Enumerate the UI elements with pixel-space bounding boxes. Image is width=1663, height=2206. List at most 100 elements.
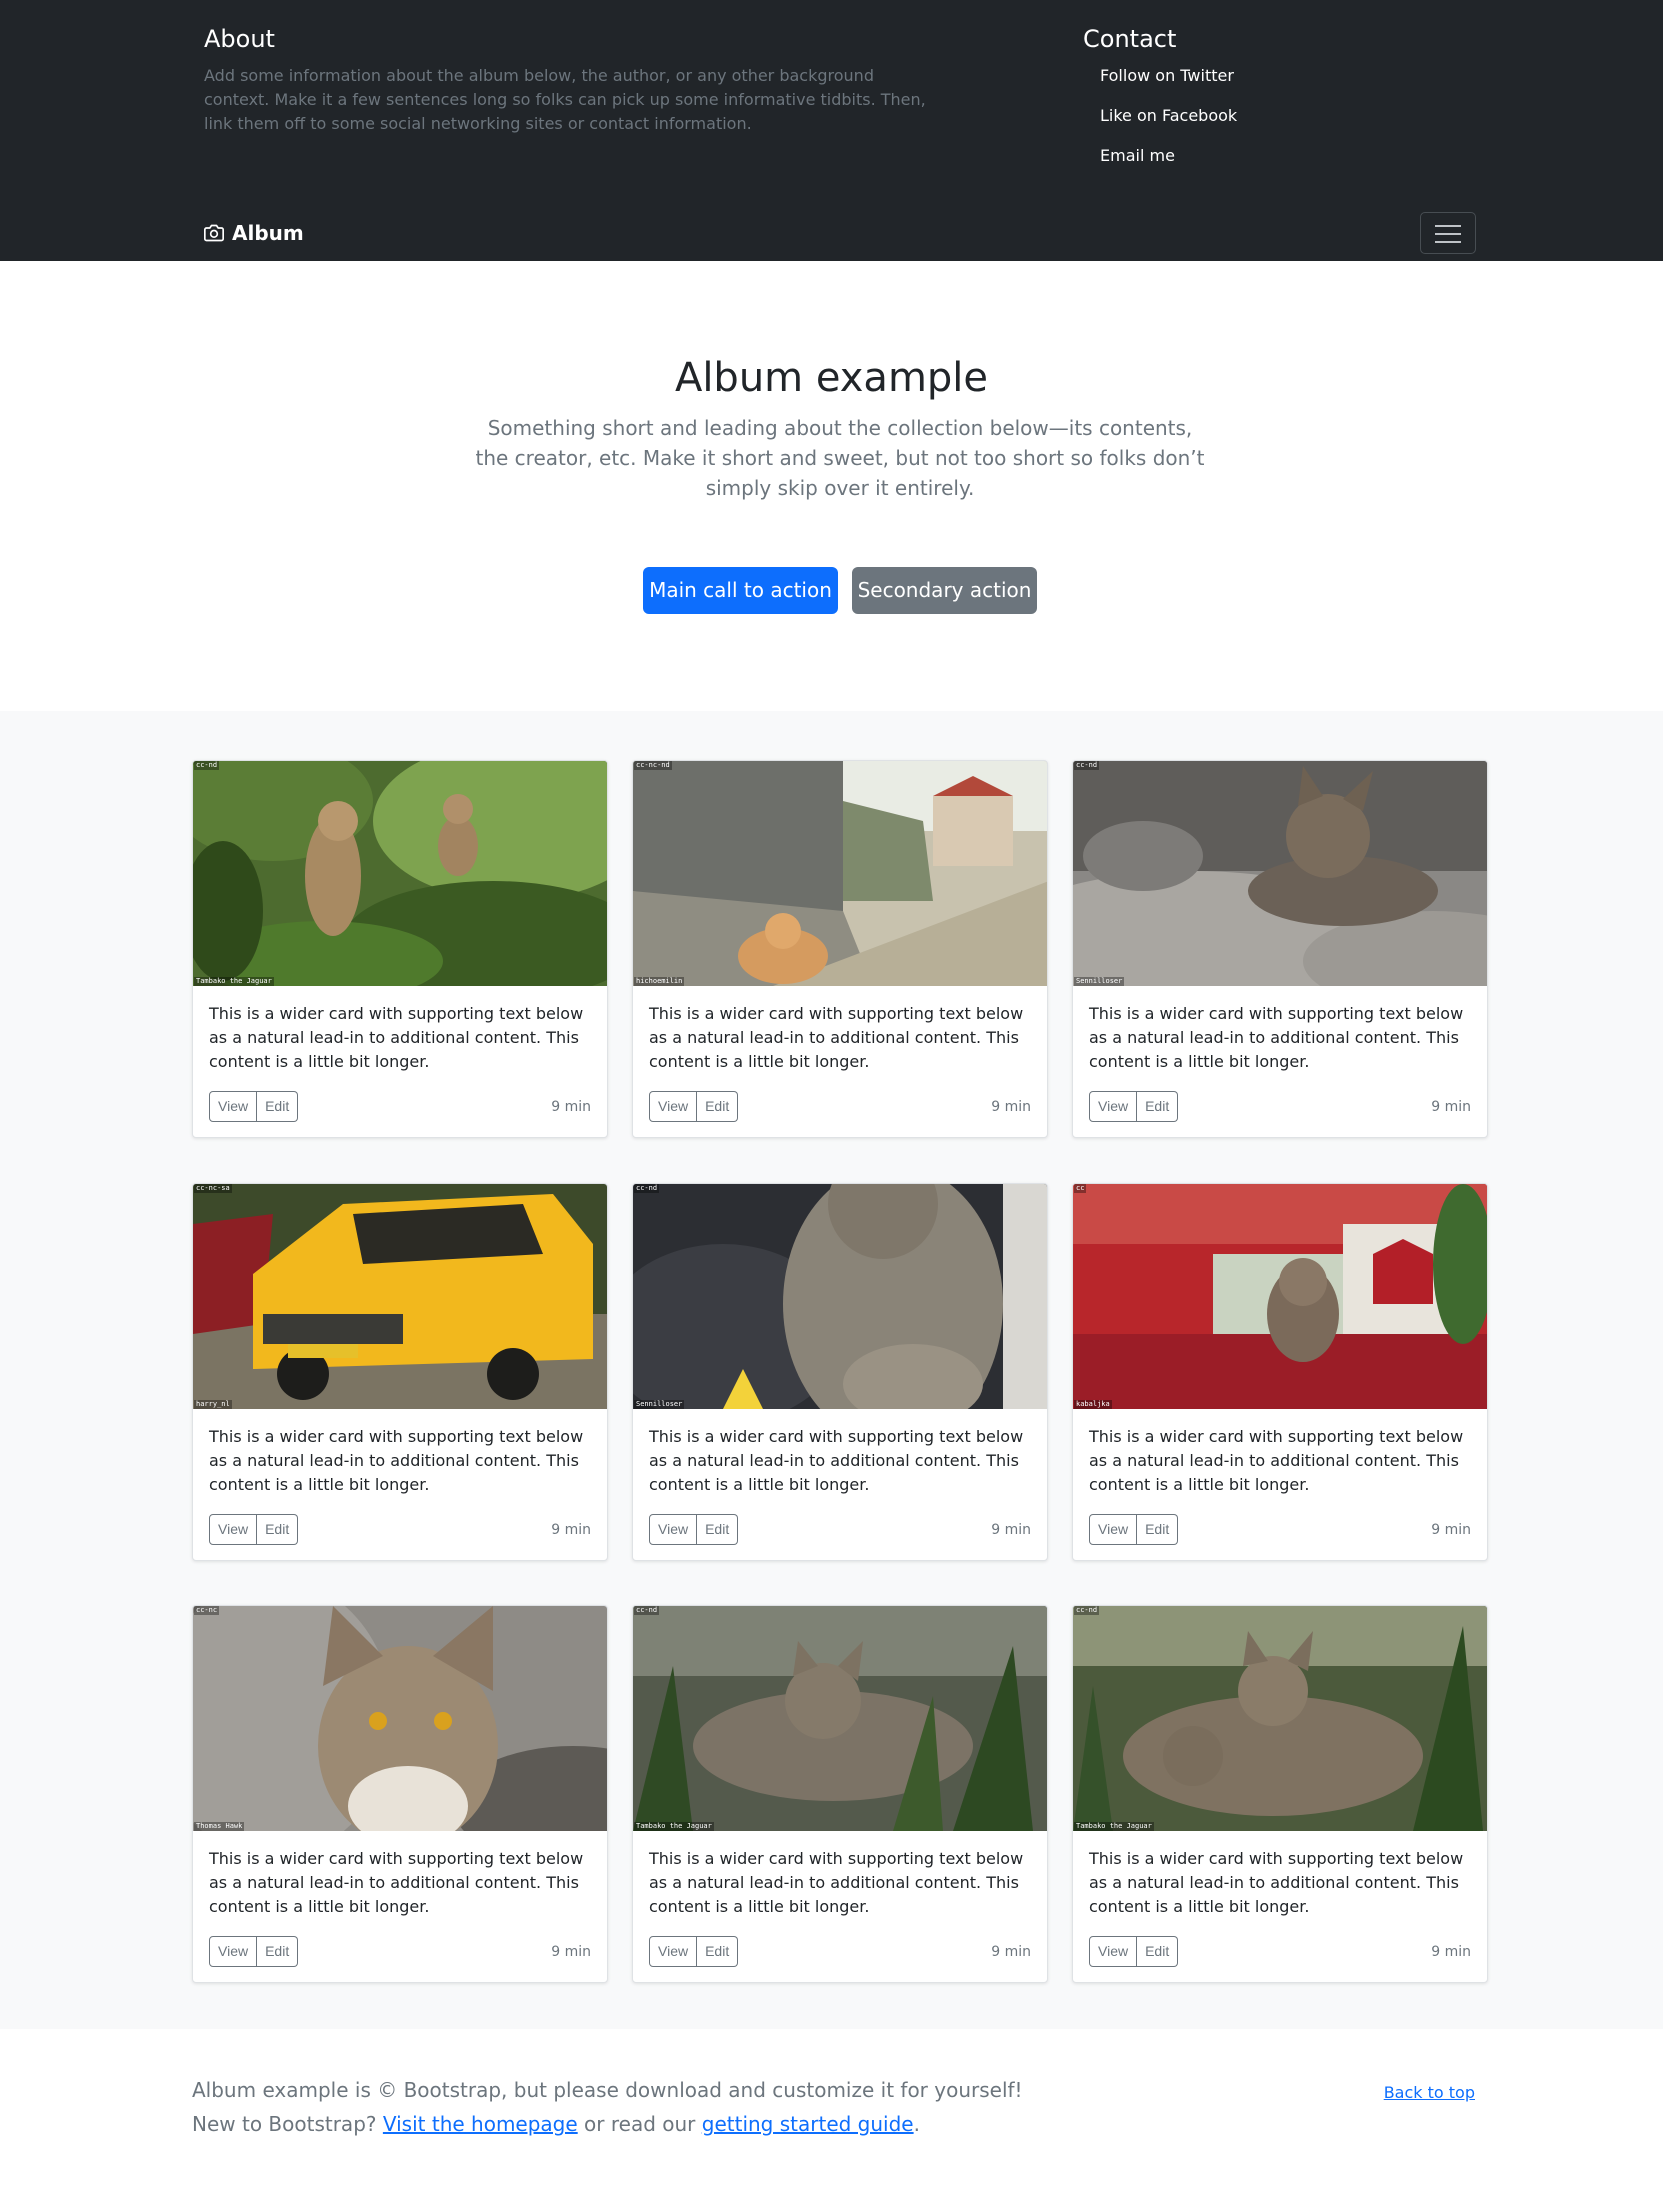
card-text: This is a wider card with supporting tex… <box>649 1427 1024 1494</box>
album-card: cc-nd Tambako the Jaguar This is a wider… <box>1072 1605 1488 1983</box>
card-text: This is a wider card with supporting tex… <box>649 1004 1024 1071</box>
edit-button[interactable]: Edit <box>1137 1091 1179 1122</box>
view-button[interactable]: View <box>649 1091 698 1122</box>
card-image: cc-nd Sennilloser <box>633 1184 1047 1409</box>
card-button-group: View Edit <box>1089 1936 1179 1967</box>
about-text: Add some information about the album bel… <box>204 66 926 133</box>
license-tag: cc-nd <box>1074 761 1100 770</box>
view-button[interactable]: View <box>209 1936 258 1967</box>
edit-button[interactable]: Edit <box>257 1091 299 1122</box>
license-tag: cc <box>1074 1184 1087 1193</box>
card-text: This is a wider card with supporting tex… <box>1089 1849 1464 1916</box>
navbar-brand[interactable]: Album <box>204 219 304 247</box>
card-image: cc-nd Tambako the Jaguar <box>193 761 607 986</box>
card-image: cc-nd Tambako the Jaguar <box>633 1606 1047 1831</box>
footer-copyright: Album example is © Bootstrap, but please… <box>192 2078 1023 2102</box>
license-tag: cc-nd <box>634 1606 660 1615</box>
card-time: 9 min <box>1431 1944 1471 1960</box>
card-image: cc kabaljka <box>1073 1184 1487 1409</box>
photo-credit: Tambako the Jaguar <box>1074 1822 1154 1831</box>
card-time: 9 min <box>1431 1522 1471 1538</box>
album-card: cc kabaljka This is a wider card with su… <box>1072 1183 1488 1561</box>
album-card: cc-nd Sennilloser This is a wider card w… <box>632 1183 1048 1561</box>
footer-prefix: New to Bootstrap? <box>192 2112 377 2136</box>
footer-suffix: . <box>913 2112 920 2136</box>
brand-label: Album <box>232 221 304 245</box>
contact-title: Contact <box>1083 25 1177 53</box>
camera-icon <box>204 224 224 242</box>
album-card: cc-nc Thomas Hawk This is a wider card w… <box>192 1605 608 1983</box>
album-card: cc-nc-nd hichoemilin This is a wider car… <box>632 760 1048 1138</box>
card-time: 9 min <box>991 1522 1031 1538</box>
card-button-group: View Edit <box>209 1936 299 1967</box>
getting-started-link[interactable]: getting started guide <box>702 2112 914 2136</box>
card-image: cc-nd Tambako the Jaguar <box>1073 1606 1487 1831</box>
card-image: cc-nc-nd hichoemilin <box>633 761 1047 986</box>
main-call-to-action-button[interactable]: Main call to action <box>643 567 838 614</box>
view-button[interactable]: View <box>1089 1936 1138 1967</box>
album-card: cc-nd Sennilloser This is a wider card w… <box>1072 760 1488 1138</box>
license-tag: cc-nd <box>634 1184 660 1193</box>
twitter-link[interactable]: Follow on Twitter <box>1100 64 1413 88</box>
page-footer: Album example is © Bootstrap, but please… <box>0 2029 1663 2206</box>
card-button-group: View Edit <box>649 1936 739 1967</box>
photo-credit: kabaljka <box>1074 1400 1112 1409</box>
about-section: About Add some information about the alb… <box>204 24 944 136</box>
album-card: cc-nd Tambako the Jaguar This is a wider… <box>192 760 608 1138</box>
photo-credit: Thomas Hawk <box>194 1822 245 1831</box>
top-header: About Add some information about the alb… <box>0 0 1663 261</box>
email-link[interactable]: Email me <box>1100 144 1413 168</box>
photo-credit: Sennilloser <box>634 1400 685 1409</box>
card-time: 9 min <box>551 1522 591 1538</box>
photo-credit: Sennilloser <box>1074 977 1125 986</box>
card-time: 9 min <box>551 1944 591 1960</box>
card-button-group: View Edit <box>649 1514 739 1545</box>
edit-button[interactable]: Edit <box>257 1936 299 1967</box>
page-title: Album example <box>674 355 989 401</box>
album-card: cc-nc-sa harry_nl This is a wider card w… <box>192 1183 608 1561</box>
navbar-toggler-button[interactable] <box>1420 212 1476 254</box>
homepage-link[interactable]: Visit the homepage <box>383 2112 578 2136</box>
footer-middle: or read our <box>584 2112 696 2136</box>
view-button[interactable]: View <box>649 1936 698 1967</box>
license-tag: cc-nd <box>194 761 220 770</box>
edit-button[interactable]: Edit <box>697 1936 739 1967</box>
photo-credit: hichoemilin <box>634 977 685 986</box>
card-time: 9 min <box>551 1099 591 1115</box>
edit-button[interactable]: Edit <box>1137 1936 1179 1967</box>
edit-button[interactable]: Edit <box>697 1091 739 1122</box>
contact-section: Contact Follow on Twitter Like on Facebo… <box>1083 24 1413 184</box>
view-button[interactable]: View <box>649 1514 698 1545</box>
about-title: About <box>204 25 275 53</box>
photo-credit: Tambako the Jaguar <box>634 1822 714 1831</box>
edit-button[interactable]: Edit <box>257 1514 299 1545</box>
card-time: 9 min <box>991 1099 1031 1115</box>
card-text: This is a wider card with supporting tex… <box>1089 1427 1464 1494</box>
hero-lead: Something short and leading about the co… <box>475 416 1205 500</box>
view-button[interactable]: View <box>209 1091 258 1122</box>
album-section: cc-nd Tambako the Jaguar This is a wider… <box>0 711 1663 2029</box>
footer-links-line: New to Bootstrap? Visit the homepage or … <box>192 2109 920 2139</box>
edit-button[interactable]: Edit <box>697 1514 739 1545</box>
card-image: cc-nc Thomas Hawk <box>193 1606 607 1831</box>
card-image: cc-nd Sennilloser <box>1073 761 1487 986</box>
view-button[interactable]: View <box>1089 1514 1138 1545</box>
license-tag: cc-nc-sa <box>194 1184 232 1193</box>
license-tag: cc-nc <box>194 1606 220 1615</box>
card-button-group: View Edit <box>1089 1514 1179 1545</box>
card-button-group: View Edit <box>209 1091 299 1122</box>
facebook-link[interactable]: Like on Facebook <box>1100 104 1413 128</box>
card-text: This is a wider card with supporting tex… <box>209 1004 584 1071</box>
view-button[interactable]: View <box>209 1514 258 1545</box>
card-text: This is a wider card with supporting tex… <box>1089 1004 1464 1071</box>
back-to-top-link[interactable]: Back to top <box>1384 2081 1475 2105</box>
card-button-group: View Edit <box>209 1514 299 1545</box>
album-card: cc-nd Tambako the Jaguar This is a wider… <box>632 1605 1048 1983</box>
edit-button[interactable]: Edit <box>1137 1514 1179 1545</box>
photo-credit: Tambako the Jaguar <box>194 977 274 986</box>
secondary-action-button[interactable]: Secondary action <box>852 567 1037 614</box>
card-text: This is a wider card with supporting tex… <box>209 1427 584 1494</box>
card-text: This is a wider card with supporting tex… <box>209 1849 584 1916</box>
view-button[interactable]: View <box>1089 1091 1138 1122</box>
card-button-group: View Edit <box>649 1091 739 1122</box>
